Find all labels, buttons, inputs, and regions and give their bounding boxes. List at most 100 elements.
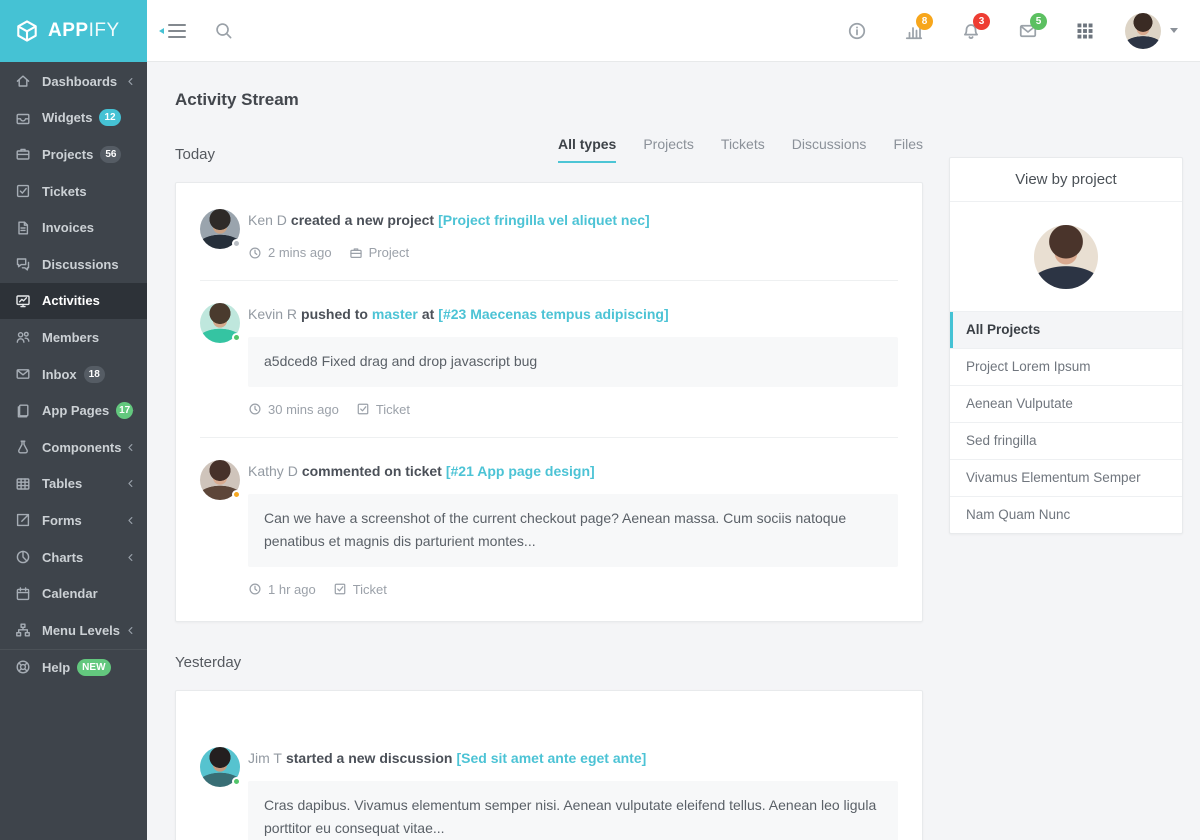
cube-logo-icon <box>15 19 39 43</box>
chevron-left-icon <box>126 553 135 562</box>
tab-files[interactable]: Files <box>893 136 923 163</box>
tab-all-types[interactable]: All types <box>558 136 616 163</box>
sidebar-item-label: Invoices <box>42 220 94 235</box>
chevron-left-icon <box>126 626 135 635</box>
target-link[interactable]: [Project fringilla vel aliquet nec] <box>438 212 650 228</box>
inline-link[interactable]: master <box>372 306 418 322</box>
sidebar-item-label: Forms <box>42 513 82 528</box>
action-text: commented on ticket <box>302 463 442 479</box>
charts-icon <box>15 549 31 565</box>
sidebar-nav: Dashboards Widgets12 Projects56 Tickets … <box>0 62 147 840</box>
sidebar-item-menu-levels[interactable]: Menu Levels <box>0 612 147 649</box>
activity-meta: 1 hr ago Ticket <box>248 582 898 597</box>
project-owner-avatar[interactable] <box>1034 225 1098 289</box>
project-list-item[interactable]: Vivamus Elementum Semper <box>950 459 1182 496</box>
sidebar-item-components[interactable]: Components <box>0 429 147 466</box>
clock-icon <box>248 246 262 260</box>
menu-toggle-icon[interactable] <box>168 24 186 38</box>
sidebar-item-label: Activities <box>42 293 100 308</box>
new-badge: NEW <box>77 659 110 676</box>
project-list-item[interactable]: Nam Quam Nunc <box>950 496 1182 533</box>
target-link[interactable]: [Sed sit amet ante eget ante] <box>456 750 646 766</box>
sidebar-item-widgets[interactable]: Widgets 12 <box>0 100 147 137</box>
components-icon <box>15 439 31 455</box>
project-list-item-all[interactable]: All Projects <box>950 312 1182 348</box>
timestamp: 2 mins ago <box>268 245 332 260</box>
messages-badge: 5 <box>1030 13 1047 30</box>
status-dot <box>232 333 241 342</box>
search-icon[interactable] <box>214 21 233 40</box>
sidebar-item-charts[interactable]: Charts <box>0 539 147 576</box>
count-badge: 12 <box>99 109 120 126</box>
sidebar-item-forms[interactable]: Forms <box>0 502 147 539</box>
app-pages-icon <box>15 403 31 419</box>
help-icon <box>15 659 31 675</box>
tab-tickets[interactable]: Tickets <box>721 136 765 163</box>
count-badge: 17 <box>116 402 133 419</box>
tables-icon <box>15 476 31 492</box>
sidebar: APPIFY Dashboards Widgets 12 Projects56 T… <box>0 0 147 840</box>
project-list-item[interactable]: Project Lorem Ipsum <box>950 348 1182 385</box>
activity-content: Cras dapibus. Vivamus elementum semper n… <box>248 781 898 840</box>
sidebar-item-help[interactable]: Help NEW <box>0 649 147 686</box>
members-icon <box>15 329 31 345</box>
clock-icon <box>248 402 262 416</box>
bell-icon[interactable]: 3 <box>961 21 981 41</box>
sidebar-item-label: Projects <box>42 147 93 162</box>
widgets-icon <box>15 110 31 126</box>
sidebar-item-projects[interactable]: Projects56 <box>0 136 147 173</box>
panel-title: View by project <box>950 158 1182 202</box>
tab-discussions[interactable]: Discussions <box>792 136 867 163</box>
sidebar-item-label: Widgets <box>42 110 92 125</box>
clock-icon <box>248 582 262 596</box>
sidebar-item-app-pages[interactable]: App Pages17 <box>0 392 147 429</box>
actor-link[interactable]: Jim T <box>248 750 282 766</box>
activity-item: Kevin Rpushed tomasterat[#23 Maecenas te… <box>200 280 898 437</box>
sidebar-item-activities[interactable]: Activities <box>0 283 147 320</box>
sidebar-item-label: Discussions <box>42 257 119 272</box>
user-avatar[interactable] <box>1125 13 1161 49</box>
sidebar-item-label: Help <box>42 660 70 675</box>
actor-link[interactable]: Kathy D <box>248 463 298 479</box>
tab-projects[interactable]: Projects <box>643 136 694 163</box>
project-list-item[interactable]: Aenean Vulputate <box>950 385 1182 422</box>
activity-meta: 2 mins ago Project <box>248 245 898 260</box>
sidebar-item-label: Calendar <box>42 586 98 601</box>
status-dot <box>232 239 241 248</box>
ticket-icon <box>356 402 370 416</box>
actor-link[interactable]: Kevin R <box>248 306 297 322</box>
status-dot <box>232 490 241 499</box>
sidebar-item-tickets[interactable]: Tickets <box>0 173 147 210</box>
apps-grid-icon[interactable] <box>1075 21 1095 41</box>
info-icon[interactable] <box>847 21 867 41</box>
today-activity-card: Ken Dcreated a new project[Project fring… <box>175 182 923 622</box>
action-text: started a new discussion <box>286 750 453 766</box>
sidebar-item-dashboards[interactable]: Dashboards <box>0 63 147 100</box>
timestamp: 30 mins ago <box>268 402 339 417</box>
sidebar-item-members[interactable]: Members <box>0 319 147 356</box>
mail-icon[interactable]: 5 <box>1018 21 1038 41</box>
actor-link[interactable]: Ken D <box>248 212 287 228</box>
sidebar-item-inbox[interactable]: Inbox18 <box>0 356 147 393</box>
user-menu[interactable] <box>1125 13 1178 49</box>
bar-chart-icon[interactable]: 8 <box>904 21 924 41</box>
calendar-icon <box>15 586 31 602</box>
sidebar-item-calendar[interactable]: Calendar <box>0 575 147 612</box>
chevron-left-icon <box>126 479 135 488</box>
activity-item: Kathy Dcommented on ticket[#21 App page … <box>200 437 898 617</box>
project-list-item[interactable]: Sed fringilla <box>950 422 1182 459</box>
timestamp: 1 hr ago <box>268 582 316 597</box>
sidebar-item-invoices[interactable]: Invoices <box>0 209 147 246</box>
target-link[interactable]: [#21 App page design] <box>446 463 595 479</box>
chevron-left-icon <box>126 77 135 86</box>
chevron-left-icon <box>133 406 135 415</box>
panel-photo <box>950 202 1182 312</box>
target-link[interactable]: [#23 Maecenas tempus adipiscing] <box>438 306 668 322</box>
sidebar-item-discussions[interactable]: Discussions <box>0 246 147 283</box>
sidebar-item-tables[interactable]: Tables <box>0 466 147 503</box>
project-list: All Projects Project Lorem Ipsum Aenean … <box>950 312 1182 533</box>
sidebar-item-label: Components <box>42 440 121 455</box>
type-label: Ticket <box>353 582 387 597</box>
app-logo[interactable]: APPIFY <box>0 0 147 62</box>
invoice-icon <box>15 220 31 236</box>
